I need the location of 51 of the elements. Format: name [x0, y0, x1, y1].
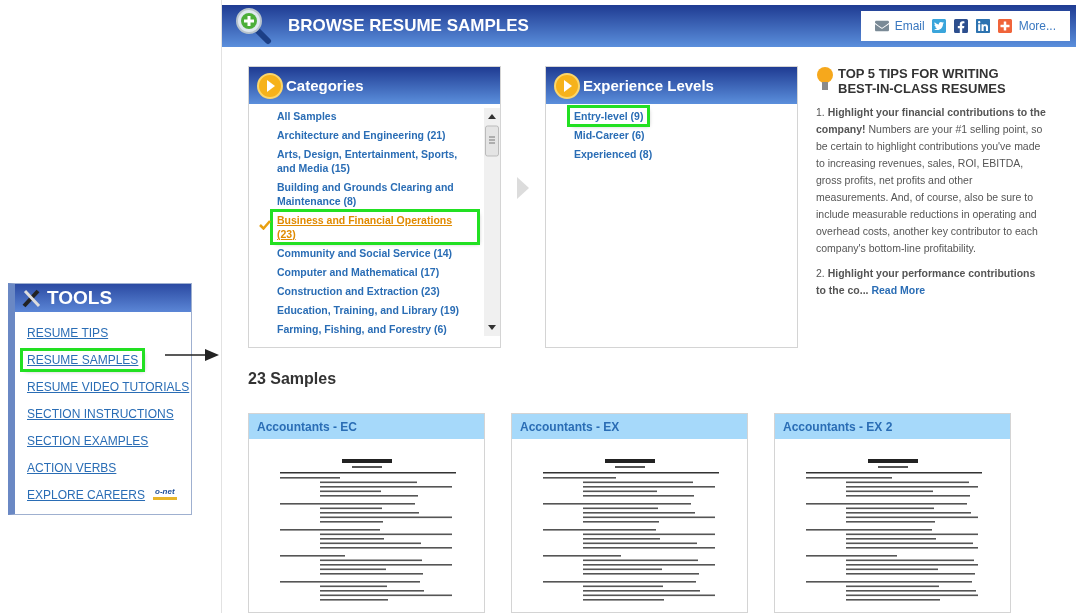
category-link[interactable]: Business and Financial Operations (23) — [273, 212, 477, 242]
sample-card[interactable]: Accountants - EX 2 — [774, 413, 1011, 613]
play-icon — [554, 72, 580, 99]
experience-link[interactable]: Entry-level (9) — [570, 108, 648, 124]
tips-title: TOP 5 TIPS FOR WRITING BEST-IN-CLASS RESUMES — [838, 66, 1007, 96]
category-link[interactable]: Computer and Mathematical (17) — [273, 264, 444, 280]
more-link[interactable]: More... — [1018, 19, 1056, 33]
category-link[interactable]: Building and Grounds Clearing and Maintenance (8) — [273, 179, 477, 209]
tool-link[interactable]: SECTION INSTRUCTIONS — [23, 405, 178, 423]
lightbulb-icon — [816, 66, 834, 92]
tool-link[interactable]: RESUME SAMPLES — [23, 351, 143, 369]
tip-paragraph: 1. Highlight your financial contributions to the company! Numbers are your #1 selling point, so be certain to highlight contributions you've made to increasing revenues, sales, ROI, EBITDA, gross profits, net profits and other measurements. And, of course, also be sure to include measurable reductions in operating and overhead costs, another key contributor to each company's bottom-line profitability. — [816, 105, 1046, 256]
page-title: BROWSE RESUME SAMPLES — [288, 16, 530, 36]
arrow-icon — [165, 349, 219, 361]
tool-link[interactable]: EXPLORE CAREERS — [23, 486, 150, 504]
plus-icon[interactable] — [996, 18, 1013, 34]
email-link[interactable]: Email — [894, 19, 925, 33]
category-link[interactable]: Arts, Design, Entertainment, Sports, and Media (15) — [273, 146, 477, 176]
play-icon — [257, 72, 283, 99]
tip-paragraph: 2. Highlight your performance contributions to the co... Read More — [816, 266, 1037, 298]
sample-card[interactable]: Accountants - EC — [248, 413, 485, 613]
category-link[interactable]: Construction and Extraction (23) — [273, 283, 444, 299]
tools-title: TOOLS — [47, 287, 113, 309]
email-icon[interactable] — [874, 19, 889, 33]
chevron-icon — [515, 176, 531, 200]
onet-logo: o-net — [153, 486, 177, 500]
card-title[interactable]: Accountants - EX 2 — [783, 419, 893, 434]
sample-card[interactable]: Accountants - EX — [511, 413, 748, 613]
tool-link[interactable]: RESUME TIPS — [23, 324, 113, 342]
tool-link[interactable]: RESUME VIDEO TUTORIALS — [23, 378, 194, 396]
tool-link[interactable]: ACTION VERBS — [23, 459, 121, 477]
experience-link[interactable]: Mid-Career (6) — [570, 127, 649, 143]
panel-title: Experience Levels — [583, 77, 714, 94]
linkedin-icon[interactable] — [974, 18, 991, 34]
experience-link[interactable]: Experienced (8) — [570, 146, 657, 162]
zoom-plus-icon — [234, 7, 274, 45]
category-link[interactable]: All Samples — [273, 108, 341, 124]
panel-title: Categories — [286, 77, 364, 94]
read-more-link[interactable]: Read More — [871, 284, 926, 296]
category-link[interactable]: Farming, Fishing, and Forestry (6) — [273, 321, 451, 337]
category-link[interactable]: Architecture and Engineering (21) — [273, 127, 450, 143]
tool-link[interactable]: SECTION EXAMPLES — [23, 432, 153, 450]
category-link[interactable]: Community and Social Service (14) — [273, 245, 457, 261]
samples-count: 23 Samples — [248, 370, 338, 388]
category-link[interactable]: Education, Training, and Library (19) — [273, 302, 464, 318]
card-title[interactable]: Accountants - EX — [520, 419, 620, 434]
scrollbar-drawing[interactable] — [484, 108, 500, 336]
card-title[interactable]: Accountants - EC — [257, 419, 357, 434]
facebook-icon[interactable] — [952, 18, 969, 34]
tools-icon — [21, 288, 43, 308]
twitter-icon[interactable] — [930, 18, 947, 34]
